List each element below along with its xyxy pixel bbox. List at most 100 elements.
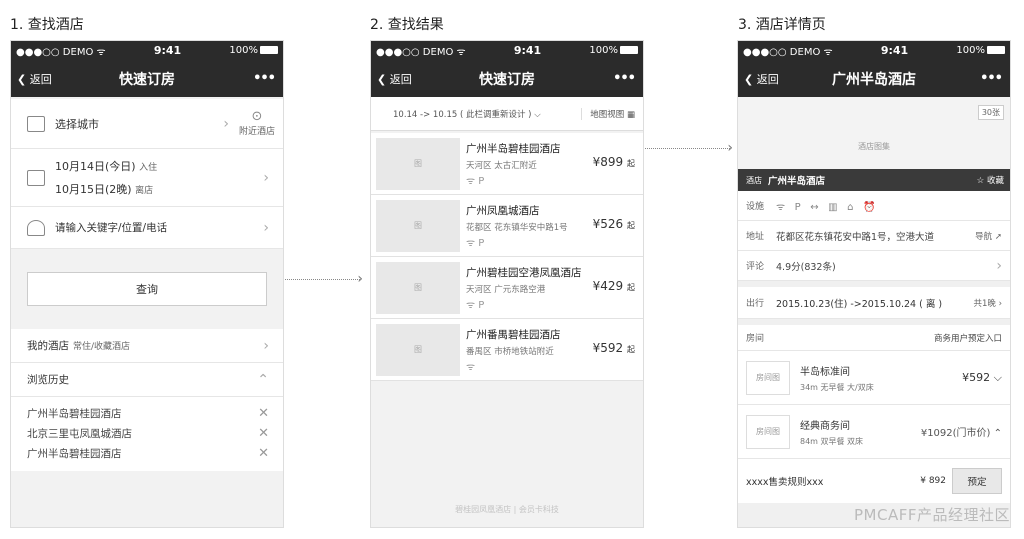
stay-dates: 2015.10.23(住) ->2015.10.24 ( 离 ) — [776, 298, 943, 310]
back-button[interactable]: ❮ 返回 — [744, 71, 779, 87]
hotel-list-item[interactable]: 图 广州半岛碧桂园酒店 天河区 太古汇附近 ᯤ P ¥899 起 — [371, 133, 643, 195]
review-score: 4.9分(832条) — [776, 261, 836, 273]
chevron-right-icon: › — [223, 115, 229, 132]
close-icon[interactable]: ✕ — [258, 446, 269, 461]
calendar-icon — [27, 169, 45, 186]
hotel-list-item[interactable]: 图 广州番禺碧桂园酒店 番禺区 市桥地铁站附近 ᯤ ¥592 起 — [371, 319, 643, 381]
step2-title: 2. 查找结果 — [370, 17, 444, 33]
room-desc: 34m 无早餐 大/双床 — [800, 382, 874, 392]
more-button[interactable]: ••• — [613, 71, 636, 86]
battery-indicator: 100% — [229, 45, 278, 56]
battery-indicator: 100% — [589, 45, 638, 56]
phone-results: ●●●○○ DEMO ᯤ 9:41 100% ❮ 返回 快速订房 ••• 10.… — [370, 40, 644, 528]
carrier-label: ●●●○○ DEMO ᯤ — [743, 46, 833, 58]
status-bar: ●●●○○ DEMO ᯤ 9:41 100% — [371, 41, 643, 60]
nights-count: 共1晚 › — [973, 298, 1002, 309]
rooms-label: 房间 — [746, 334, 765, 344]
footer-text: 碧桂园凤凰酒店 | 会员卡科技 — [455, 505, 559, 514]
room-item[interactable]: 房间图 半岛标准间 34m 无早餐 大/双床 ¥592 ⌵ — [738, 351, 1010, 405]
navigate-button[interactable]: 导航 ➚ — [975, 230, 1002, 242]
battery-icon — [259, 46, 278, 54]
map-pin-icon — [27, 219, 45, 236]
favorite-button[interactable]: ☆ 收藏 — [977, 174, 1004, 186]
page-title: 快速订房 — [119, 71, 175, 88]
hotel-list-item[interactable]: 图 广州碧桂园空港凤凰酒店 天河区 广元东路空港 ᯤ P ¥429 起 — [371, 257, 643, 319]
close-icon[interactable]: ✕ — [258, 406, 269, 421]
facilities-label: 设施 — [746, 202, 765, 212]
nearby-hotels-button[interactable]: ⊙ 附近酒店 — [239, 109, 275, 137]
hotel-address: 天河区 广元东路空港 — [466, 284, 546, 295]
keyword-input[interactable]: 请输入关键字/位置/电话 › — [11, 207, 283, 249]
book-button[interactable]: 预定 — [952, 468, 1002, 494]
room-name: 半岛标准间 — [800, 366, 850, 378]
price-value: ¥429 — [592, 279, 624, 293]
hotel-address: 天河区 太古汇附近 — [466, 160, 537, 171]
chevron-right-icon: › — [263, 337, 269, 354]
history-item[interactable]: 北京三里屯凤凰城酒店 ✕ — [11, 423, 283, 443]
flow-arrow-2 — [640, 140, 733, 156]
hotel-name: 广州番禺碧桂园酒店 — [466, 328, 561, 341]
carrier-label: ●●●○○ DEMO ᯤ — [376, 46, 466, 58]
step3-title: 3. 酒店详情页 — [738, 17, 826, 33]
review-label: 评论 — [746, 262, 765, 272]
clock: 9:41 — [513, 44, 542, 57]
keyword-placeholder: 请输入关键字/位置/电话 — [55, 222, 168, 234]
chevron-right-icon: › — [996, 257, 1002, 274]
gallery-label: 酒店图集 — [858, 142, 890, 151]
phone-detail: ●●●○○ DEMO ᯤ 9:41 100% ❮ 返回 广州半岛酒店 ••• 3… — [737, 40, 1011, 528]
facility-icons: ᯤ P — [466, 237, 485, 249]
stay-dates-row[interactable]: 出行 2015.10.23(住) ->2015.10.24 ( 离 ) 共1晚 … — [738, 287, 1010, 319]
room-image: 房间图 — [746, 414, 790, 449]
sale-rule-row: xxxx售卖规则xxx ¥ 892 预定 — [738, 459, 1010, 503]
room-name: 经典商务间 — [800, 420, 850, 432]
room-desc: 84m 双早餐 双床 — [800, 436, 864, 446]
city-select-label: 选择城市 — [55, 117, 99, 131]
hotel-name: 广州碧桂园空港凤凰酒店 — [466, 266, 582, 279]
clock: 9:41 — [153, 44, 182, 57]
close-icon[interactable]: ✕ — [258, 426, 269, 441]
history-item[interactable]: 广州半岛碧桂园酒店 ✕ — [11, 403, 283, 423]
my-hotels-label: 我的酒店 — [27, 340, 69, 352]
map-view-button[interactable]: 地图视图 ▦ — [581, 107, 635, 120]
my-hotels-sub: 常住/收藏酒店 — [73, 342, 131, 352]
building-icon — [27, 115, 45, 132]
more-button[interactable]: ••• — [253, 71, 276, 86]
more-button[interactable]: ••• — [980, 71, 1003, 86]
address-row[interactable]: 地址 花都区花东镇花安中路1号，空港大道 导航 ➚ — [738, 221, 1010, 251]
chevron-right-icon: › — [263, 169, 269, 186]
back-button[interactable]: ❮ 返回 — [377, 71, 412, 87]
hotel-gallery[interactable]: 30张 酒店图集 — [738, 97, 1010, 169]
date-filter[interactable]: 10.14 -> 10.15 ( 此栏调重新设计 ) ⌵ — [393, 108, 541, 120]
history-item-label: 广州半岛碧桂园酒店 — [27, 407, 122, 420]
history-header[interactable]: 浏览历史 ⌃ — [11, 363, 283, 397]
hotel-name: 广州半岛碧桂园酒店 — [466, 142, 561, 155]
room-item[interactable]: 房间图 经典商务间 84m 双早餐 双床 ¥1092(门市价) ⌃ — [738, 405, 1010, 459]
hotel-address: 番禺区 市桥地铁站附近 — [466, 346, 554, 357]
sale-rule-text: xxxx售卖规则xxx — [746, 477, 824, 488]
history-item[interactable]: 广州半岛碧桂园酒店 ✕ — [11, 443, 283, 463]
hotel-price: ¥899 起 — [593, 155, 635, 169]
corporate-entry-link[interactable]: 商务用户预定入口 — [934, 332, 1002, 344]
address-text: 花都区花东镇花安中路1号，空港大道 — [776, 231, 935, 243]
city-select-row[interactable]: 选择城市 › ⊙ 附近酒店 — [11, 99, 283, 149]
price-value: ¥526 — [592, 217, 624, 231]
my-hotels-row[interactable]: 我的酒店 常住/收藏酒店 › — [11, 329, 283, 363]
price-suffix: 起 — [627, 159, 635, 168]
hotel-name: 广州半岛酒店 — [768, 176, 826, 187]
status-bar: ●●●○○ DEMO ᯤ 9:41 100% — [11, 41, 283, 60]
hotel-name: 广州凤凰城酒店 — [466, 204, 540, 217]
hotel-image: 图 — [376, 323, 460, 376]
clock: 9:41 — [880, 44, 909, 57]
checkout-tag: 离店 — [135, 186, 154, 196]
search-button[interactable]: 查询 — [27, 272, 267, 306]
price-suffix: 起 — [627, 221, 635, 230]
hotel-list-item[interactable]: 图 广州凤凰城酒店 花都区 花东镇华安中路1号 ᯤ P ¥526 起 — [371, 195, 643, 257]
facilities-row: 设施 ᯤ P ↔ ▥ ⌂ ⏰ — [738, 191, 1010, 221]
room-price: ¥1092(门市价) ⌃ — [920, 428, 1002, 439]
review-row[interactable]: 评论 4.9分(832条) › — [738, 251, 1010, 281]
hotel-address: 花都区 花东镇华安中路1号 — [466, 222, 568, 233]
checkout-date: 10月15日(2晚) — [55, 183, 132, 196]
date-select-row[interactable]: 10月14日(今日) 入住 10月15日(2晚) 离店 › — [11, 149, 283, 207]
facility-icons: ᯤ P ↔ ▥ ⌂ ⏰ — [776, 201, 876, 213]
back-button[interactable]: ❮ 返回 — [17, 71, 52, 87]
